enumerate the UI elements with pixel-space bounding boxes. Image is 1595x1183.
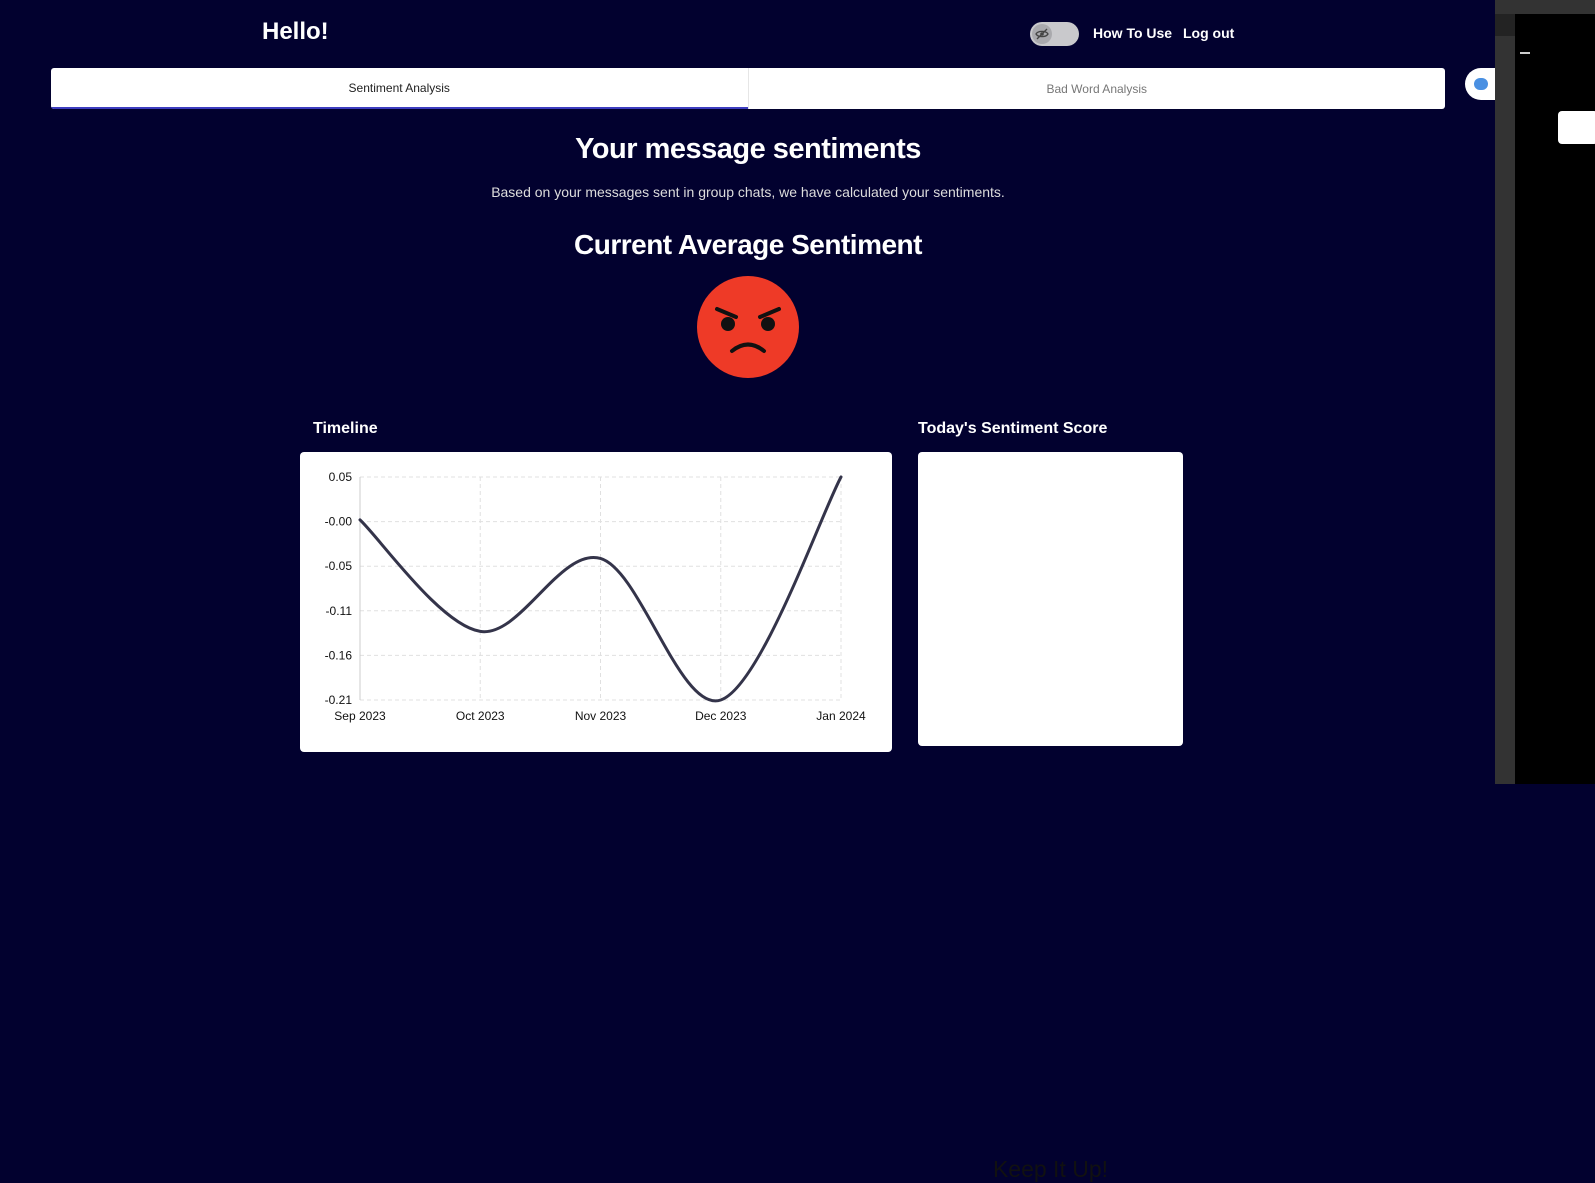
y-tick-label: 0.05 xyxy=(329,470,353,484)
tab-sentiment-analysis[interactable]: Sentiment Analysis xyxy=(51,68,748,109)
score-card: 6 Keep It Up! xyxy=(918,452,1183,1182)
average-sentiment-title: Current Average Sentiment xyxy=(574,229,922,260)
x-tick-label: Nov 2023 xyxy=(575,709,627,723)
x-tick-label: Jan 2024 xyxy=(816,709,866,723)
greeting-title: Hello! xyxy=(262,18,329,45)
x-tick-label: Dec 2023 xyxy=(695,709,747,723)
translate-icon xyxy=(1474,78,1488,90)
side-panel-divider xyxy=(1520,52,1530,54)
x-tick-label: Sep 2023 xyxy=(334,709,386,723)
timeline-card: 0.05 -0.00 -0.05 -0.11 -0.16 -0.21 Sep 2023 Oct… xyxy=(300,452,892,752)
timeline-label: Timeline xyxy=(313,420,378,437)
side-panel-box[interactable] xyxy=(1558,111,1595,144)
x-tick-label: Oct 2023 xyxy=(456,709,505,723)
score-gauge: 6 xyxy=(918,0,1183,294)
y-tick-label: -0.11 xyxy=(326,604,353,618)
y-tick-label: -0.00 xyxy=(325,515,353,529)
page-subtitle: Based on your messages sent in group cha… xyxy=(491,184,1005,200)
side-panel xyxy=(1495,0,1595,784)
analysis-tabs: Sentiment Analysis Bad Word Analysis xyxy=(51,68,1445,109)
y-tick-label: -0.05 xyxy=(325,559,353,573)
page-title: Your message sentiments xyxy=(575,133,921,165)
timeline-chart: 0.05 -0.00 -0.05 -0.11 -0.16 -0.21 Sep 2023 Oct… xyxy=(325,470,866,723)
logout-link[interactable]: Log out xyxy=(1183,25,1234,41)
score-message: Keep It Up! xyxy=(992,1156,1109,1182)
score-label: Today's Sentiment Score xyxy=(918,420,1108,437)
y-tick-label: -0.21 xyxy=(325,693,353,707)
angry-face-icon xyxy=(697,276,799,378)
y-tick-label: -0.16 xyxy=(325,648,353,662)
